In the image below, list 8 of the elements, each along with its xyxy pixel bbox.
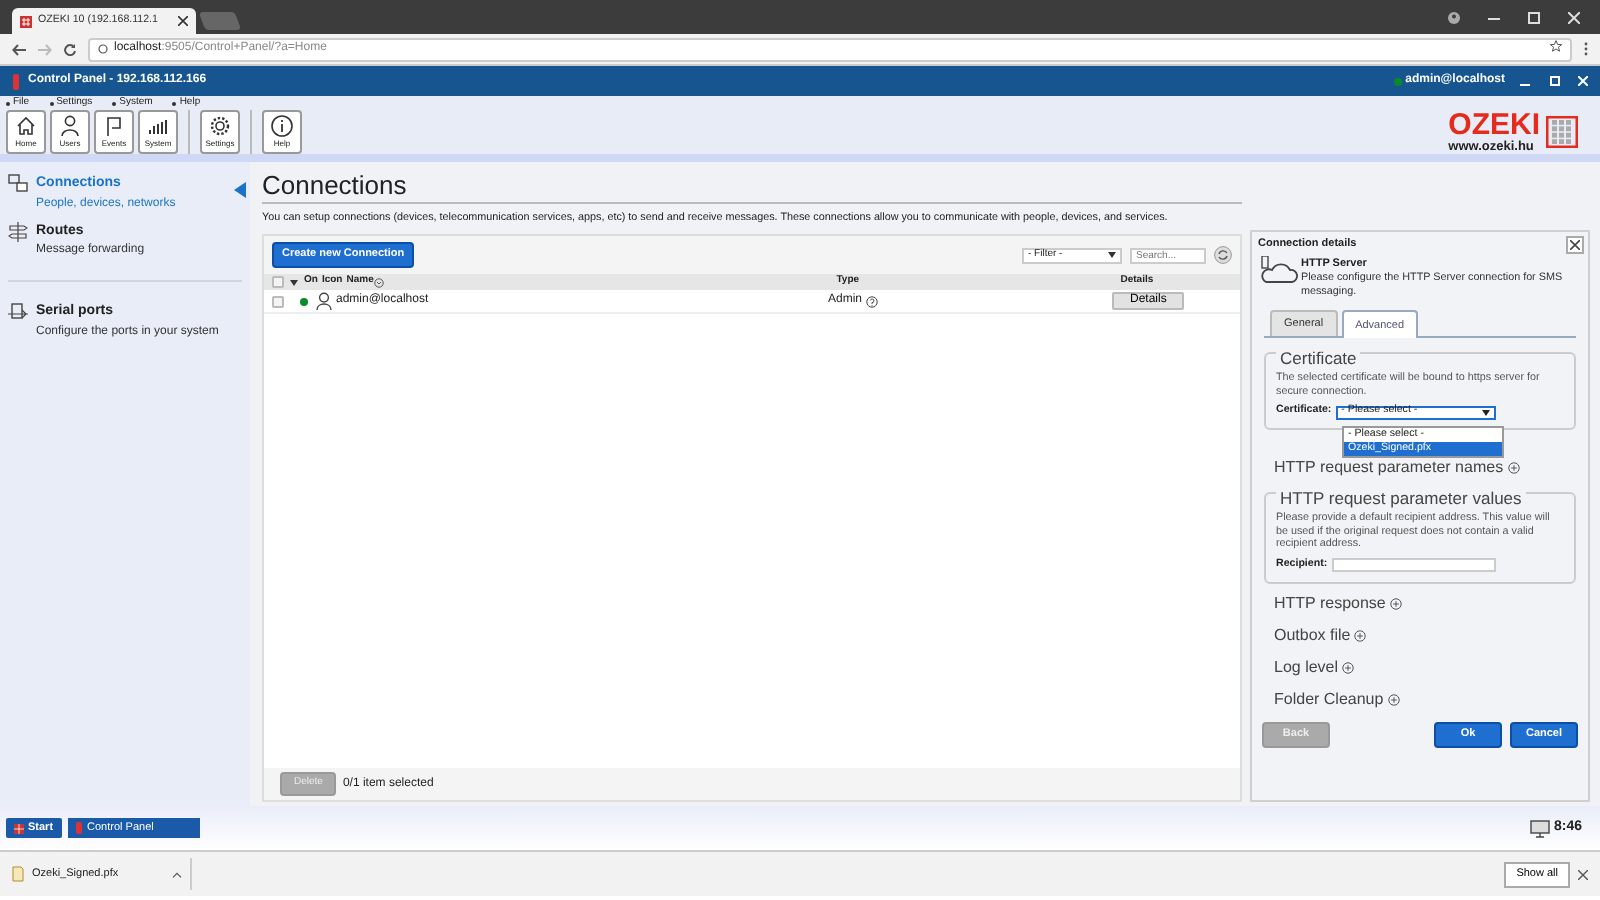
logo-name: OZEKI	[1448, 111, 1540, 139]
page-heading: Connections	[262, 170, 1242, 204]
section-heading[interactable]: HTTP response	[1274, 591, 1386, 616]
section-heading[interactable]: Folder Cleanup	[1274, 687, 1384, 712]
section-heading[interactable]: Outbox file	[1274, 623, 1351, 648]
section-heading[interactable]: HTTP request parameter names	[1274, 456, 1504, 481]
section-heading: HTTP request parameter values	[1276, 486, 1526, 512]
section-heading[interactable]: Log level	[1274, 655, 1339, 680]
